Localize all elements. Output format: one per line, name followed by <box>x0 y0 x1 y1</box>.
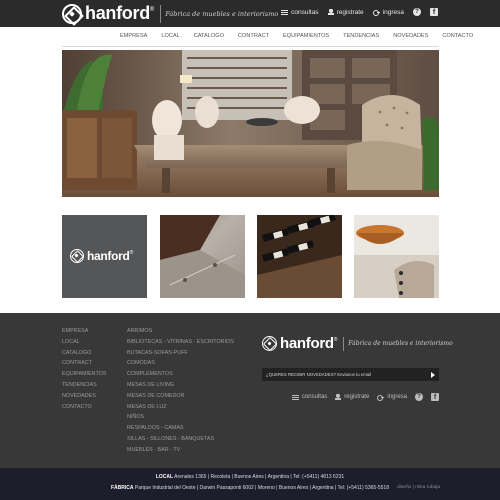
hero-illustration <box>62 50 439 197</box>
newsletter-input[interactable]: ¿QUERES RECIBIR NOVEDADES? Envianos tu e… <box>262 368 439 381</box>
footer-registrate-link[interactable]: registrate <box>335 394 369 400</box>
fabrica-label: FÁBRICA <box>111 485 134 491</box>
registrate-link[interactable]: registrate <box>327 8 364 16</box>
footer-logo[interactable]: hanford ® Fábrica de muebles e interiori… <box>262 335 453 352</box>
wine-rack-image <box>257 215 342 298</box>
local-address-text: Arenales 1365 | Recoleta | Buenos Aires … <box>174 474 345 480</box>
consultas-label: consultas <box>291 8 319 16</box>
footer-consultas-link[interactable]: consultas <box>291 394 328 400</box>
copper-bowl-image <box>354 215 439 298</box>
category-link[interactable]: COMPLEMENTOS <box>127 369 234 380</box>
footer-link-contacto[interactable]: CONTACTO <box>62 402 106 413</box>
facebook-icon[interactable]: f <box>430 8 438 16</box>
hero-image[interactable] <box>62 50 439 197</box>
footer-link-equipamientos[interactable]: EQUIPAMIENTOS <box>62 369 106 380</box>
thumbnail-wine-rack[interactable] <box>257 215 342 298</box>
footer-link-tendencias[interactable]: TENDENCIAS <box>62 380 106 391</box>
nav-contract[interactable]: CONTRACT <box>238 33 269 39</box>
ingresa-label: ingresa <box>382 8 404 16</box>
footer-registered: ® <box>333 336 338 343</box>
category-link[interactable]: BIBLIOTECAS - VITRINAS - ESCRITORIOS <box>127 337 234 348</box>
user-icon <box>335 394 342 400</box>
logo-wordmark: hanford <box>85 3 150 23</box>
category-link[interactable]: SILLAS - SILLONES - BANQUETAS <box>127 434 234 445</box>
category-link[interactable]: RESPALDOS - CAMAS <box>127 423 234 434</box>
footer-registrate-label: registrate <box>344 394 370 400</box>
key-icon <box>377 394 385 401</box>
nav-equipamientos[interactable]: EQUIPAMIENTOS <box>283 33 329 39</box>
list-icon <box>281 9 289 15</box>
logo-divider <box>160 4 162 23</box>
key-icon <box>372 9 380 16</box>
local-address: LOCAL Arenales 1365 | Recoleta | Buenos … <box>0 474 500 480</box>
footer-tagline: Fábrica de muebles e interiorismo <box>348 340 453 347</box>
footer-nav: EMPRESA LOCAL CATALOGO CONTRACT EQUIPAMI… <box>62 326 106 412</box>
address-bar <box>0 468 500 500</box>
main-nav: EMPRESA LOCAL CATALOGO CONTRACT EQUIPAMI… <box>0 27 500 47</box>
help-icon[interactable]: ? <box>413 8 421 16</box>
ingresa-link[interactable]: ingresa <box>372 8 404 16</box>
hanford-emblem-icon <box>62 3 82 24</box>
consultas-link[interactable]: consultas <box>281 8 319 16</box>
footer-logo-divider <box>343 336 345 351</box>
logo-registered: ® <box>149 6 155 13</box>
footer-wordmark: hanford <box>280 335 334 352</box>
leather-trunk-image <box>160 215 245 298</box>
hanford-emblem-icon <box>70 249 84 263</box>
logo-tagline: Fábrica de muebles e interiorismo <box>165 9 279 18</box>
category-link[interactable]: COMODAS <box>127 358 234 369</box>
footer-categories: ARRIMOS BIBLIOTECAS - VITRINAS - ESCRITO… <box>127 326 234 456</box>
help-icon[interactable]: ? <box>415 393 423 401</box>
user-icon <box>327 9 334 15</box>
top-links: consultas registrate ingresa ? f <box>281 8 438 16</box>
nav-empresa[interactable]: EMPRESA <box>120 33 147 39</box>
list-icon <box>291 394 299 400</box>
nav-catalogo[interactable]: CATALOGO <box>194 33 224 39</box>
registrate-label: registrate <box>336 8 364 16</box>
thumbnail-wordmark: hanford <box>87 249 130 263</box>
category-link[interactable]: ARRIMOS <box>127 326 234 337</box>
footer-link-empresa[interactable]: EMPRESA <box>62 326 106 337</box>
header-logo[interactable]: hanford ® Fábrica de muebles e interiori… <box>62 3 278 24</box>
newsletter-prompt: ¿QUERES RECIBIR NOVEDADES? Envianos tu e… <box>266 372 372 377</box>
thumbnail-logo[interactable]: hanford ® <box>62 215 147 298</box>
category-link[interactable]: MESAS DE LUZ <box>127 402 234 413</box>
footer-ingresa-link[interactable]: ingresa <box>377 394 407 401</box>
category-link[interactable]: MESAS DE COMEDOR <box>127 391 234 402</box>
category-link[interactable]: NIÑOS <box>127 412 234 423</box>
thumbnail-leather-trunk[interactable] <box>160 215 245 298</box>
thumbnail-logo-mark: hanford ® <box>70 249 133 263</box>
nav-divider <box>62 46 439 47</box>
footer-link-contract[interactable]: CONTRACT <box>62 358 106 369</box>
fabrica-address-text: Parque Industrial del Oeste | Darwin Pas… <box>134 485 389 491</box>
top-bar: hanford ® Fábrica de muebles e interiori… <box>0 0 500 27</box>
category-link[interactable]: MUEBLES - BAR - TV <box>127 445 234 456</box>
nav-local[interactable]: LOCAL <box>161 33 179 39</box>
facebook-icon[interactable]: f <box>431 393 439 401</box>
category-link[interactable]: BUTACAS-SOFAS-PUFF <box>127 348 234 359</box>
nav-contacto[interactable]: CONTACTO <box>442 33 473 39</box>
footer-consultas-label: consultas <box>301 394 328 400</box>
footer-link-novedades[interactable]: NOVEDADES <box>62 391 106 402</box>
local-label: LOCAL <box>155 474 174 480</box>
design-credits[interactable]: diseño | mika rubaja <box>397 485 440 490</box>
footer-links: consultas registrate ingresa ? f <box>291 393 439 401</box>
nav-tendencias[interactable]: TENDENCIAS <box>343 33 379 39</box>
thumbnail-registered: ® <box>129 249 134 256</box>
footer-link-local[interactable]: LOCAL <box>62 337 106 348</box>
nav-novedades[interactable]: NOVEDADES <box>393 33 428 39</box>
footer-ingresa-label: ingresa <box>387 394 407 400</box>
submit-arrow-icon[interactable] <box>431 371 435 378</box>
footer-link-catalogo[interactable]: CATALOGO <box>62 348 106 359</box>
thumbnail-copper-bowl[interactable] <box>354 215 439 298</box>
category-link[interactable]: MESAS DE LIVING <box>127 380 234 391</box>
hanford-emblem-icon <box>262 336 277 351</box>
